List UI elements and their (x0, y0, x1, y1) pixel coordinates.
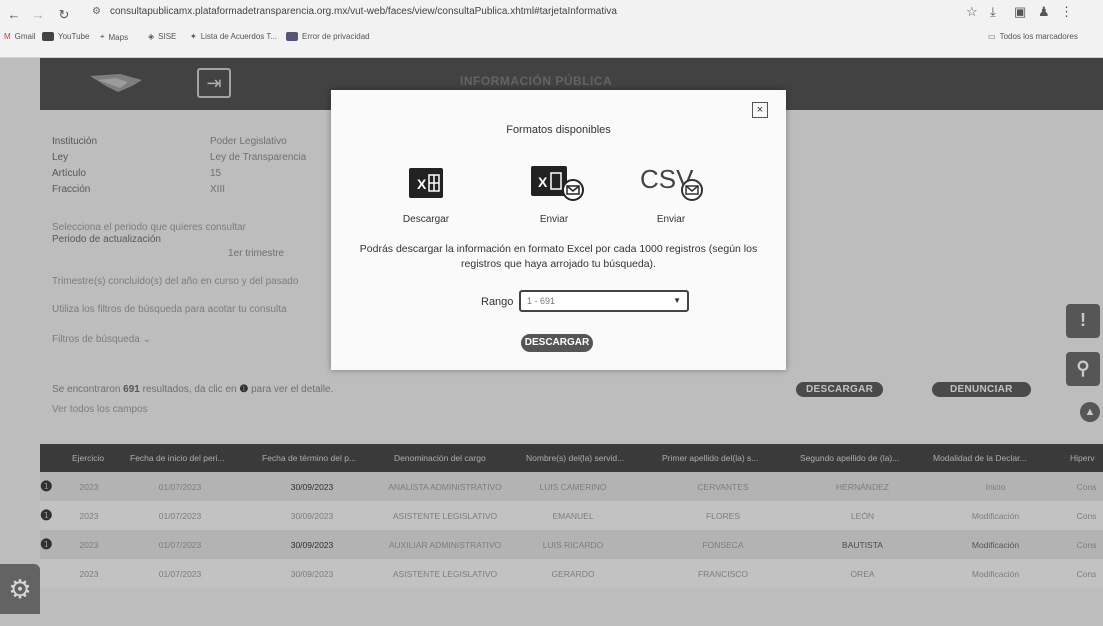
bookmark-maps[interactable]: ⌖ Maps (100, 32, 128, 42)
close-icon[interactable]: × (752, 102, 768, 118)
chevron-down-icon: ▼ (673, 296, 681, 305)
browser-chrome: ← → ↻ ⚙ consultapublicamx.plataformadetr… (0, 0, 1103, 58)
menu-icon[interactable]: ⋮ (1060, 4, 1073, 20)
gmail-icon: M (4, 32, 11, 41)
formats-modal: × Formatos disponibles X Descargar X Env… (331, 90, 786, 370)
sise-icon: ◈ (148, 32, 155, 41)
bookmark-youtube[interactable]: YouTube (42, 32, 89, 41)
profile-icon[interactable]: ♟ (1038, 4, 1050, 20)
format-excel-download[interactable]: X Descargar (381, 156, 471, 225)
folder-icon: ▭ (988, 32, 996, 41)
svg-text:X: X (538, 174, 548, 190)
bookmark-acuerdos[interactable]: ✦ Lista de Acuerdos T... (190, 32, 277, 41)
range-value: 1 - 691 (527, 296, 556, 306)
reload-icon[interactable]: ↻ (56, 7, 72, 23)
range-label: Rango (481, 296, 514, 308)
bookmarks-bar: M Gmail YouTube ⌖ Maps ◈ SISE ✦ Lista de Acu… (0, 32, 1103, 50)
format-label: Enviar (656, 214, 686, 225)
csv-mail-icon: CSV (640, 164, 703, 201)
bookmark-privacidad[interactable]: Error de privacidad (286, 32, 370, 41)
modal-download-button[interactable]: DESCARGAR (521, 334, 593, 352)
modal-title: Formatos disponibles (506, 124, 611, 136)
forward-icon[interactable]: → (30, 7, 46, 22)
excel-mail-icon: X (531, 166, 584, 201)
download-icon[interactable]: ⤓ (990, 4, 996, 20)
youtube-icon (42, 32, 54, 41)
format-csv-send[interactable]: CSV Enviar (626, 156, 716, 225)
format-label: Enviar (539, 214, 569, 225)
format-excel-send[interactable]: X Enviar (509, 156, 599, 225)
privacy-icon (286, 32, 298, 41)
all-bookmarks[interactable]: ▭ Todos los marcadores (988, 32, 1078, 41)
modal-description: Podrás descargar la información en forma… (359, 243, 758, 270)
back-icon[interactable]: ← (6, 7, 22, 22)
svg-text:X: X (417, 176, 427, 192)
excel-icon: X (409, 168, 443, 198)
site-info-icon[interactable]: ⚙ (92, 6, 101, 17)
format-label: Descargar (402, 214, 450, 225)
acuerdos-icon: ✦ (190, 32, 197, 41)
bookmark-sise[interactable]: ◈ SISE (148, 32, 176, 41)
tab-icon[interactable]: ▣ (1014, 4, 1026, 20)
address-bar[interactable]: consultapublicamx.plataformadetransparen… (110, 6, 617, 17)
bookmark-gmail[interactable]: M Gmail (4, 32, 36, 41)
maps-icon: ⌖ (100, 32, 105, 41)
bookmark-star-icon[interactable]: ☆ (966, 4, 978, 20)
range-select[interactable]: 1 - 691 ▼ (519, 290, 689, 312)
